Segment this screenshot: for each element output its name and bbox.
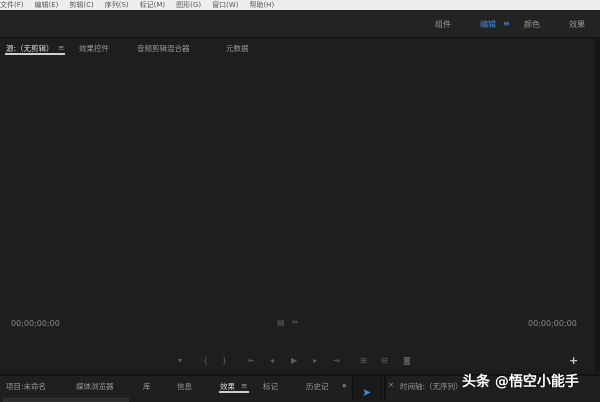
tab-project[interactable]: 项目:未命名	[6, 381, 46, 392]
overwrite-icon[interactable]: ⊟	[381, 356, 388, 365]
tab-info[interactable]: 信息	[177, 381, 192, 392]
menu-clip[interactable]: 剪辑(C)	[69, 0, 93, 10]
export-frame-icon[interactable]: ◙	[403, 356, 411, 365]
workspace-editing[interactable]: 编辑	[480, 19, 496, 30]
active-tab-underline	[5, 53, 65, 55]
tab-metadata[interactable]: 元数据	[226, 43, 249, 54]
watermark: 头条 @悟空小能手	[462, 374, 579, 390]
go-to-out-icon[interactable]: ⇥	[333, 356, 340, 365]
tab-libraries[interactable]: 库	[143, 381, 151, 392]
playhead-timecode[interactable]: 00;00;00;00	[11, 319, 60, 328]
tab-markers[interactable]: 标记	[263, 381, 278, 392]
tools-panel: ➤	[352, 376, 382, 400]
panel-menu-icon[interactable]: ≡	[241, 381, 247, 390]
source-monitor-panel: 源:（无剪辑） ≡ 效果控件 音频剪辑混合器 元数据 00;00;00;00 0…	[0, 38, 594, 372]
workspace-bar: 组件 编辑 ≡ 颜色 效果	[0, 10, 600, 38]
mark-in-icon[interactable]: {	[203, 356, 208, 365]
workspace-menu-icon[interactable]: ≡	[503, 19, 510, 28]
selection-tool-icon[interactable]: ➤	[362, 386, 371, 399]
timeline-title[interactable]: 时间轴:（无序列）	[400, 381, 463, 392]
panel-menu-icon[interactable]: ≡	[58, 43, 64, 52]
menu-bar: 文件(F) 编辑(E) 剪辑(C) 序列(S) 标记(M) 图形(G) 窗口(W…	[0, 0, 600, 10]
overflow-icon[interactable]: »	[342, 381, 347, 390]
workspace-color[interactable]: 颜色	[524, 19, 540, 30]
tab-media-browser[interactable]: 媒体浏览器	[76, 381, 114, 392]
menu-help[interactable]: 帮助(H)	[249, 0, 274, 10]
drop-frame-icon[interactable]: ▤	[277, 318, 285, 327]
step-forward-icon[interactable]: ▸	[313, 356, 317, 365]
tab-history[interactable]: 历史记	[306, 381, 329, 392]
mark-out-icon[interactable]: }	[222, 356, 227, 365]
panel-divider[interactable]	[594, 38, 600, 372]
timeline-close-icon[interactable]: ×	[388, 381, 394, 389]
add-marker-icon[interactable]: ▾	[178, 356, 182, 365]
step-back-icon[interactable]: ◂	[270, 356, 274, 365]
workspace-effects[interactable]: 效果	[569, 19, 585, 30]
go-to-in-icon[interactable]: ⇤	[248, 356, 255, 365]
play-icon[interactable]: ▶	[291, 356, 297, 365]
effects-search-input[interactable]	[3, 398, 129, 402]
active-tab-underline	[219, 391, 249, 393]
tab-effect-controls[interactable]: 效果控件	[79, 43, 109, 54]
duration-timecode: 00;00;00;00	[528, 319, 577, 328]
menu-marker[interactable]: 标记(M)	[140, 0, 166, 10]
menu-file[interactable]: 文件(F)	[0, 0, 24, 10]
settings-icon[interactable]: ⇹	[292, 318, 298, 326]
menu-window[interactable]: 窗口(W)	[212, 0, 238, 10]
menu-edit[interactable]: 编辑(E)	[35, 0, 59, 10]
panel-divider[interactable]	[384, 376, 386, 400]
insert-icon[interactable]: ⊞	[360, 356, 367, 365]
tab-audio-clip-mixer[interactable]: 音频剪辑混合器	[137, 43, 190, 54]
workspace-assembly[interactable]: 组件	[435, 19, 451, 30]
menu-sequence[interactable]: 序列(S)	[105, 0, 129, 10]
add-button-icon[interactable]: +	[569, 354, 578, 367]
menu-graphics[interactable]: 图形(G)	[176, 0, 201, 10]
